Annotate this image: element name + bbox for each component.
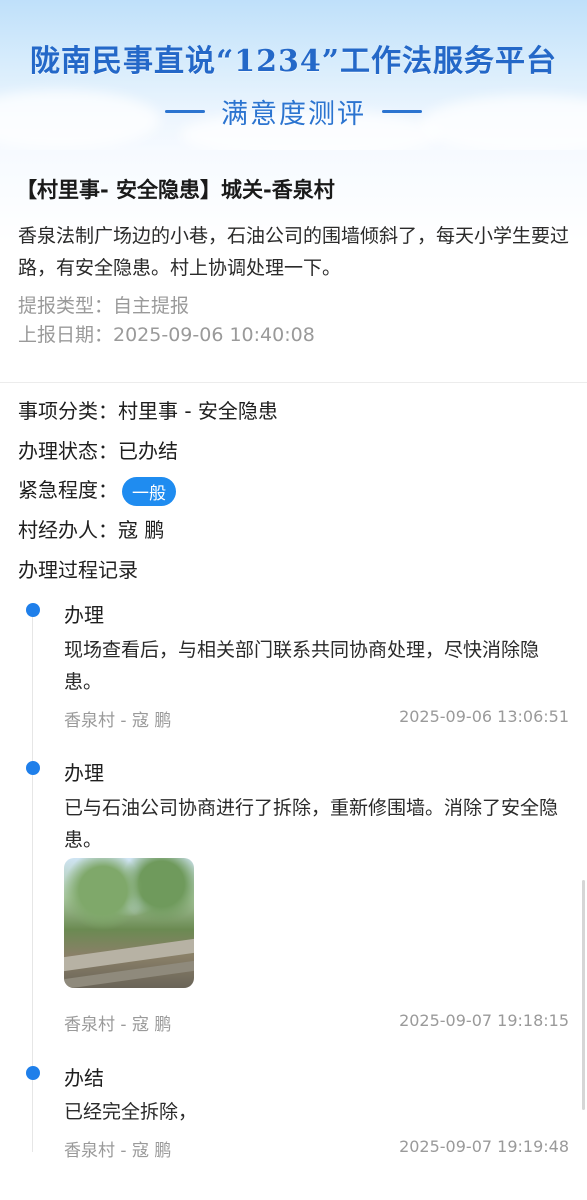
timeline-entry-who: 香泉村 - 寇 鹏	[64, 1141, 172, 1161]
category-field: 事项分类：村里事 - 安全隐患	[18, 399, 278, 423]
report-type: 提报类型：自主提报	[18, 295, 190, 317]
header-banner: 陇南民事直说“1234”工作法服务平台 满意度测评	[0, 0, 587, 150]
timeline-entry-type: 办理	[64, 603, 104, 627]
page-subtitle: 满意度测评	[221, 99, 366, 130]
timeline-dot	[26, 1066, 40, 1080]
status-field: 办理状态：已办结	[18, 439, 178, 463]
urgency-field: 紧急程度： 一般	[18, 474, 176, 506]
urgency-badge: 一般	[122, 477, 176, 506]
timeline-dot	[26, 761, 40, 775]
attached-photo[interactable]	[64, 858, 194, 988]
subtitle-row: 满意度测评	[0, 92, 587, 131]
issue-title: 【村里事- 安全隐患】城关-香泉村	[16, 178, 335, 202]
timeline-entry-type: 办理	[64, 761, 104, 785]
handler-field: 村经办人：寇 鹏	[18, 518, 165, 542]
process-heading: 办理过程记录	[18, 558, 138, 582]
section-divider	[0, 382, 587, 383]
timeline-entry-time: 2025-09-06 13:06:51	[399, 707, 569, 726]
timeline-entry-time: 2025-09-07 19:18:15	[399, 1011, 569, 1030]
timeline-dot	[26, 603, 40, 617]
timeline-entry-text: 已经完全拆除，	[64, 1101, 198, 1123]
subtitle-right-line	[382, 110, 422, 113]
urgency-label: 紧急程度：	[18, 478, 118, 502]
timeline-entry-who: 香泉村 - 寇 鹏	[64, 1015, 172, 1035]
subtitle-left-line	[165, 110, 205, 113]
timeline-entry-text: 现场查看后，与相关部门联系共同协商处理，尽快消除隐患。	[64, 639, 540, 693]
issue-description: 香泉法制广场边的小巷，石油公司的围墙倾斜了，每天小学生要过路，有安全隐患。村上协…	[18, 225, 570, 279]
timeline-entry-who: 香泉村 - 寇 鹏	[64, 711, 172, 731]
timeline-entry-text: 已与石油公司协商进行了拆除，重新修围墙。消除了安全隐患。	[64, 797, 559, 851]
report-date: 上报日期：2025-09-06 10:40:08	[18, 324, 315, 346]
timeline-entry-time: 2025-09-07 19:19:48	[399, 1137, 569, 1156]
platform-title: 陇南民事直说“1234”工作法服务平台	[29, 44, 557, 79]
scrollbar[interactable]	[582, 880, 585, 1110]
timeline-entry-type: 办结	[64, 1066, 104, 1090]
